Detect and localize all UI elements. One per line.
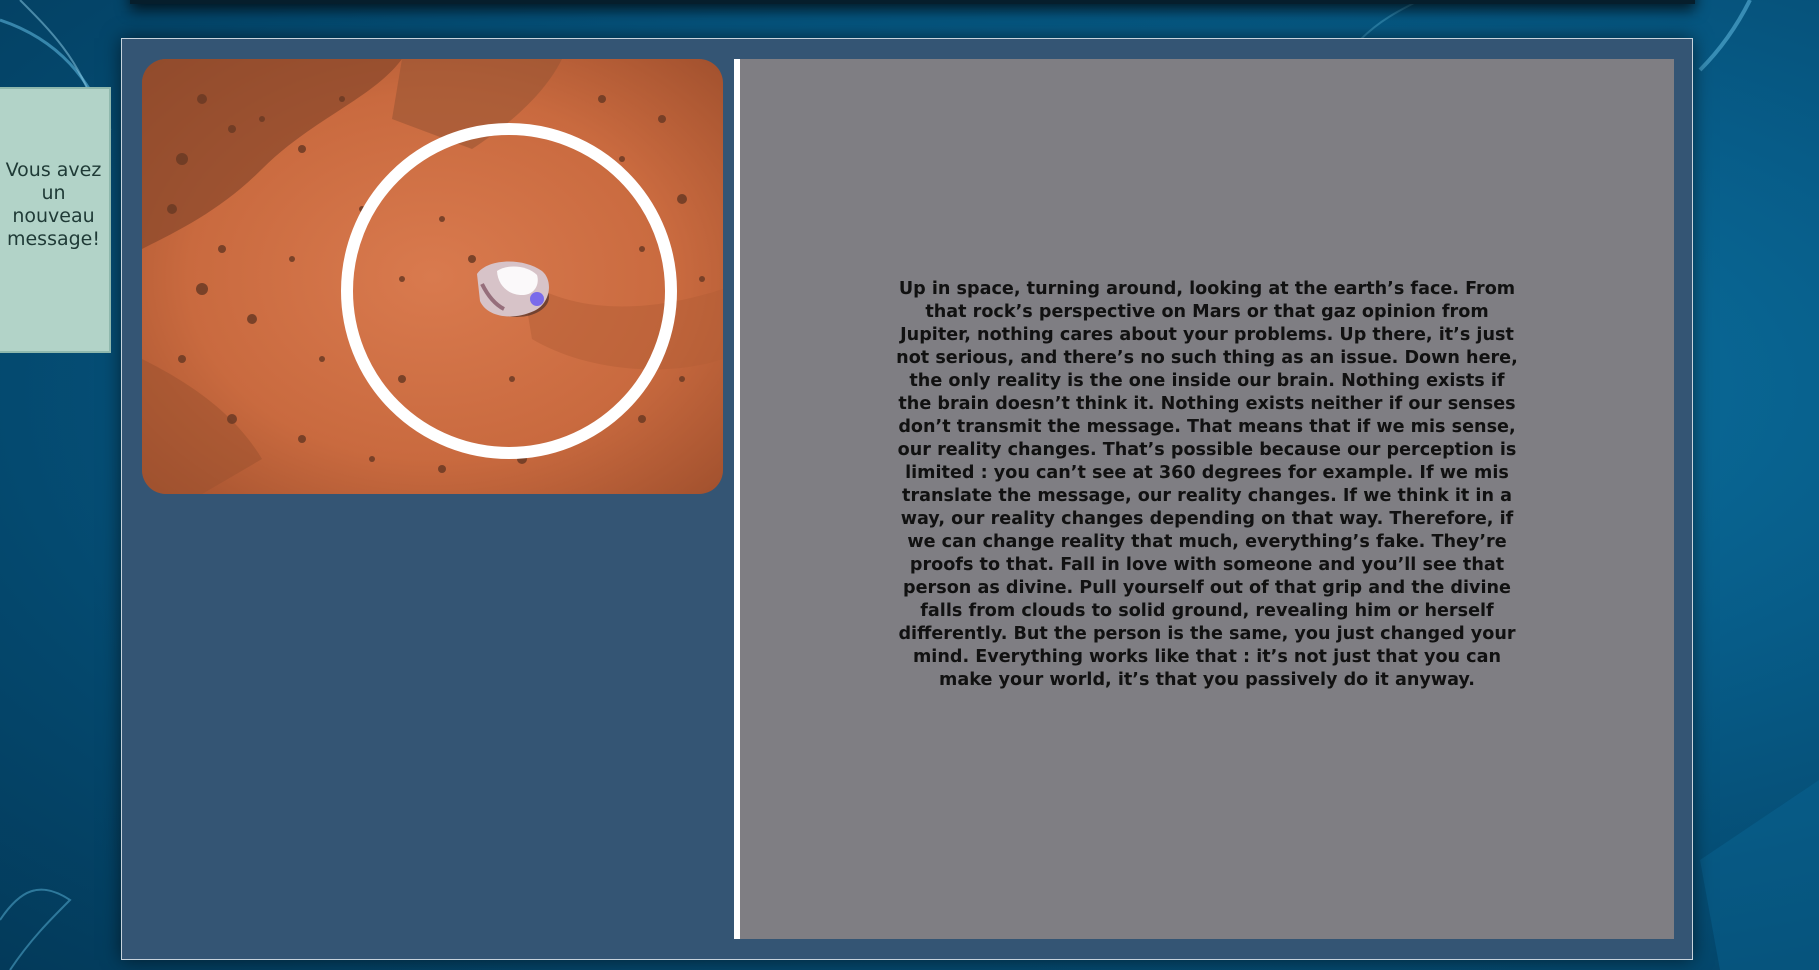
top-bar-shadow [130,0,1695,4]
article-text-panel: Up in space, turning around, looking at … [734,59,1674,939]
new-message-notification[interactable]: Vous avez un nouveau message! [0,87,111,353]
notification-text: Vous avez un nouveau message! [5,159,102,250]
main-content-frame: Up in space, turning around, looking at … [121,38,1693,960]
article-text: Up in space, turning around, looking at … [896,279,1518,690]
mars-rock-photo [142,59,723,494]
